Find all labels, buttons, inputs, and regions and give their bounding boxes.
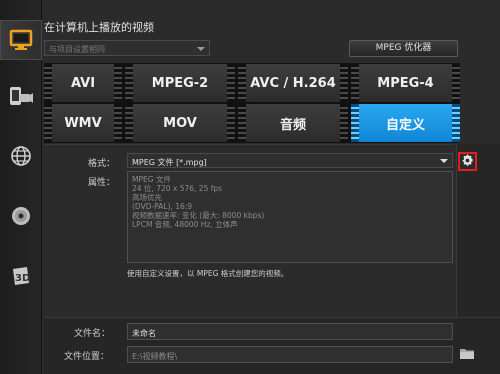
format-button-mov[interactable]: MOV: [125, 104, 235, 142]
page-title: 在计算机上播放的视频: [44, 21, 154, 34]
device-icon: [8, 86, 34, 108]
project-settings-value: 与项目设置相同: [49, 45, 105, 54]
format-button-audio[interactable]: 音频: [238, 104, 348, 142]
mpeg-optimizer-button[interactable]: MPEG 优化器: [349, 40, 458, 57]
sidebar-item-device[interactable]: [0, 77, 42, 117]
format-label: AVC / H.264: [250, 75, 336, 91]
format-grid: AVI MPEG-2 AVC / H.264 MPEG-4 WMV MOV 音频…: [44, 63, 460, 143]
sidebar-item-3d[interactable]: 3D: [0, 256, 42, 296]
location-value: E:\视频教程\: [132, 352, 178, 361]
disc-icon: [10, 205, 32, 227]
format-button-avc[interactable]: AVC / H.264: [238, 64, 348, 102]
format-value: MPEG 文件 [*.mpg]: [132, 158, 207, 167]
sidebar-item-web[interactable]: [0, 136, 42, 176]
filename-label: 文件名：: [74, 329, 111, 339]
format-button-custom[interactable]: 自定义: [351, 104, 460, 142]
filename-value: 未命名: [132, 329, 156, 338]
format-label: MPEG-4: [377, 75, 434, 91]
sidebar-item-computer[interactable]: [0, 20, 42, 60]
gear-icon: [461, 154, 474, 170]
globe-icon: [10, 145, 32, 167]
format-description: 使用自定义设置，以 MPEG 格式创建您的视频。: [127, 269, 289, 278]
sidebar: 3D: [0, 0, 42, 374]
filename-input[interactable]: 未命名: [127, 323, 453, 340]
property-line: 视频数据速率: 变化 (最大: 8000 kbps): [132, 211, 265, 220]
format-label: WMV: [64, 115, 102, 131]
chevron-down-icon: [197, 47, 205, 51]
format-label: AVI: [70, 75, 96, 91]
svg-text:3D: 3D: [15, 273, 30, 284]
monitor-icon: [9, 29, 33, 51]
format-label: MOV: [163, 115, 197, 131]
property-line: (DVD-PAL), 16:9: [132, 202, 193, 211]
format-options-button[interactable]: [458, 152, 477, 171]
3d-icon: 3D: [9, 265, 33, 287]
properties-box: MPEG 文件 24 位, 720 x 576, 25 fps 高场优先 (DV…: [127, 171, 453, 263]
format-button-mpeg2[interactable]: MPEG-2: [125, 64, 235, 102]
location-label: 文件位置：: [64, 352, 110, 362]
project-settings-select[interactable]: 与项目设置相同: [44, 40, 210, 56]
properties-label: 属性：: [88, 178, 116, 188]
folder-icon: [460, 349, 474, 362]
format-label: 格式：: [88, 159, 116, 169]
format-button-avi[interactable]: AVI: [44, 64, 122, 102]
format-label: 自定义: [385, 117, 425, 133]
sidebar-item-disc[interactable]: [0, 196, 42, 236]
property-line: 24 位, 720 x 576, 25 fps: [132, 184, 223, 193]
property-line: LPCM 音频, 48000 Hz, 立体声: [132, 220, 238, 229]
format-select[interactable]: MPEG 文件 [*.mpg]: [127, 153, 453, 168]
chevron-down-icon: [440, 159, 448, 163]
format-button-mpeg4[interactable]: MPEG-4: [351, 64, 460, 102]
format-label: 音频: [279, 117, 306, 133]
location-input[interactable]: E:\视频教程\: [127, 346, 453, 363]
property-line: 高场优先: [132, 193, 162, 202]
browse-folder-button[interactable]: [460, 348, 474, 362]
property-line: MPEG 文件: [132, 175, 171, 184]
format-label: MPEG-2: [151, 75, 209, 91]
format-button-wmv[interactable]: WMV: [44, 104, 122, 142]
